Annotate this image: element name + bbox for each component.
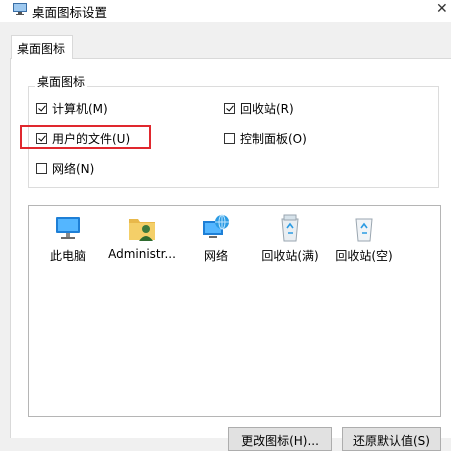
icon-label: Administr...: [108, 247, 176, 261]
close-icon[interactable]: ✕: [436, 0, 448, 18]
group-title: 桌面图标: [35, 73, 88, 90]
checkbox-label: 网络(N): [52, 162, 95, 176]
icon-label: 此电脑: [49, 249, 86, 263]
icon-list[interactable]: 此电脑 Administr... 网络 回收站(满) 回收站(空): [28, 205, 441, 417]
display-icon: [13, 3, 27, 15]
change-icon-button[interactable]: 更改图标(H)...: [228, 427, 332, 451]
list-item-recycle-bin-empty[interactable]: 回收站(空): [328, 212, 400, 264]
checkbox-label: 计算机(M): [52, 102, 108, 116]
list-item-network[interactable]: 网络: [180, 212, 252, 264]
checkbox-unchecked-icon: [224, 133, 235, 144]
highlight-box: [20, 125, 151, 149]
checkbox-control-panel[interactable]: 控制面板(O): [224, 130, 307, 147]
computer-icon: [32, 212, 104, 244]
restore-default-button[interactable]: 还原默认值(S): [342, 427, 441, 451]
list-item-this-pc[interactable]: 此电脑: [32, 212, 104, 264]
recycle-bin-empty-icon: [328, 212, 400, 244]
checkbox-recycle-bin[interactable]: 回收站(R): [224, 100, 294, 117]
title-bar: 桌面图标设置 ✕: [0, 0, 451, 22]
network-icon: [180, 212, 252, 244]
list-item-user-folder[interactable]: Administr...: [106, 212, 178, 261]
list-item-recycle-bin-full[interactable]: 回收站(满): [254, 212, 326, 264]
checkbox-label: 控制面板(O): [240, 132, 307, 146]
tab-desktop-icons[interactable]: 桌面图标: [11, 35, 73, 59]
icon-label: 回收站(空): [335, 249, 393, 263]
checkbox-checked-icon: [224, 103, 235, 114]
checkbox-network[interactable]: 网络(N): [36, 160, 94, 177]
user-folder-icon: [106, 212, 178, 244]
checkbox-label: 回收站(R): [240, 102, 294, 116]
checkbox-computer[interactable]: 计算机(M): [36, 100, 108, 117]
checkbox-checked-icon: [36, 103, 47, 114]
checkbox-unchecked-icon: [36, 163, 47, 174]
icon-label: 网络: [203, 249, 228, 263]
recycle-bin-full-icon: [254, 212, 326, 244]
icon-label: 回收站(满): [261, 249, 319, 263]
window-title: 桌面图标设置: [32, 5, 108, 20]
tab-label: 桌面图标: [17, 42, 66, 56]
